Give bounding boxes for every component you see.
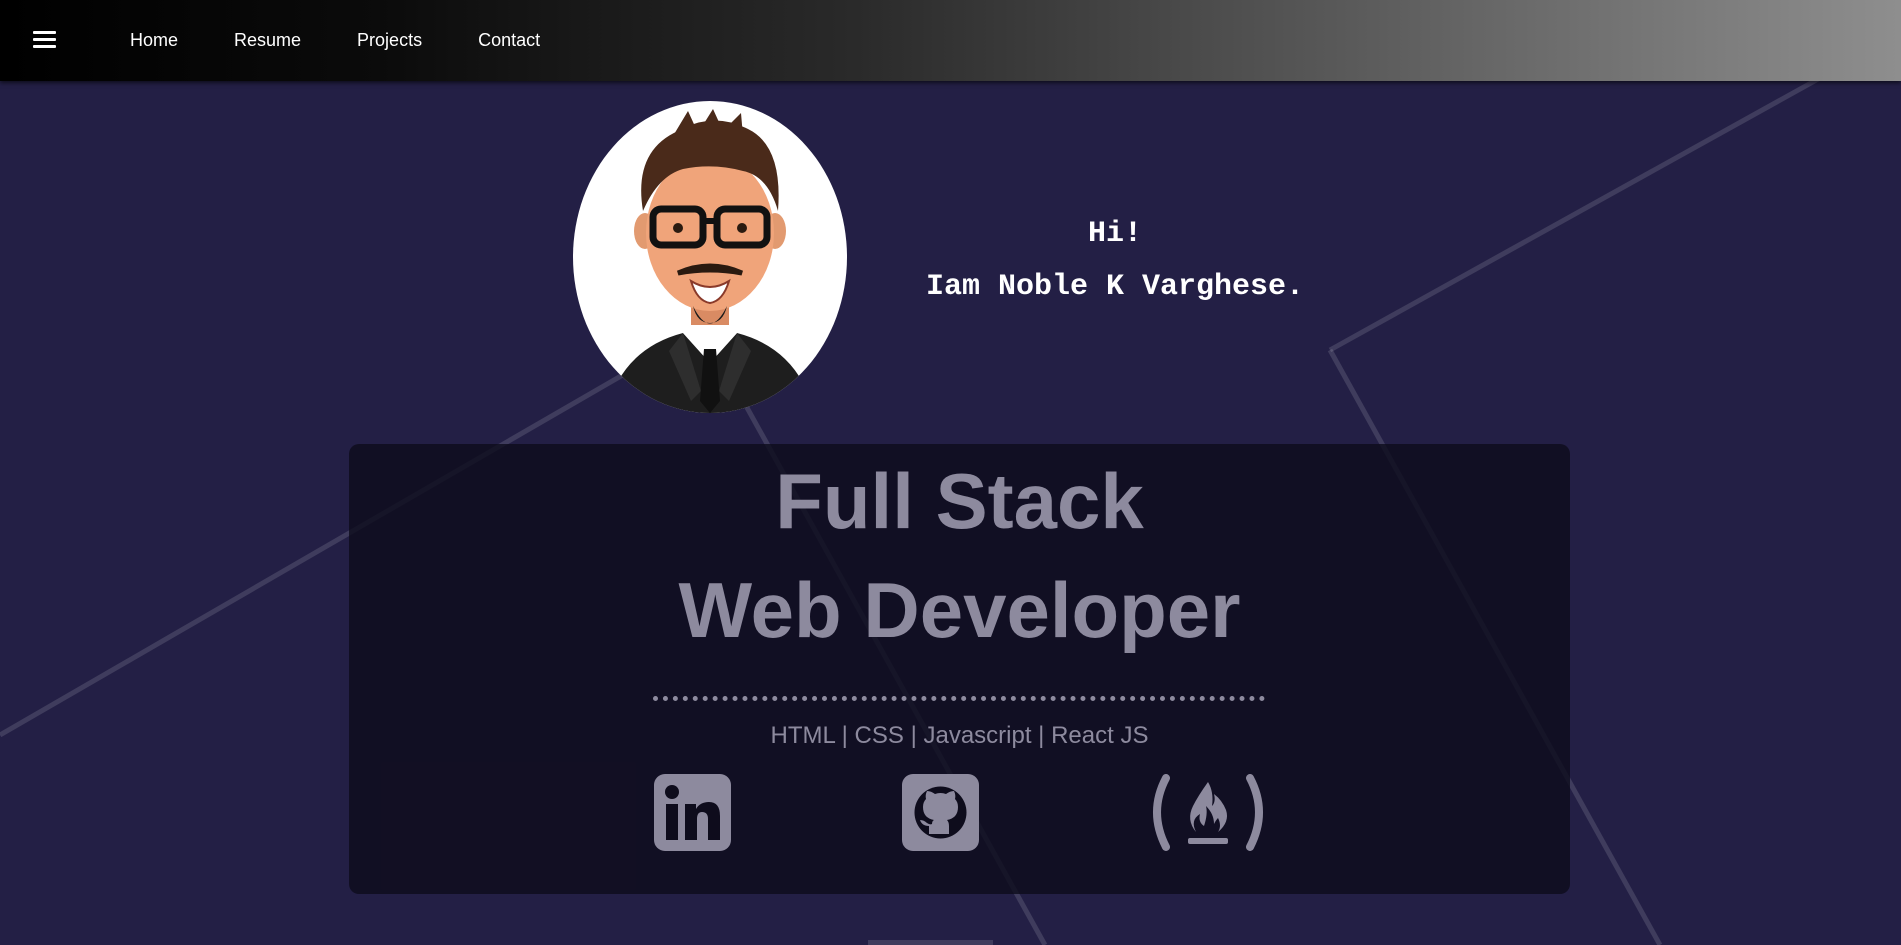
- nav-link-home[interactable]: Home: [130, 30, 178, 51]
- skills-list: HTML | CSS | Javascript | React JS: [770, 722, 1149, 749]
- greeting-name: Iam Noble K Varghese.: [925, 270, 1305, 304]
- headline-line-1: Full Stack: [775, 457, 1144, 545]
- dotted-divider: [653, 696, 1265, 701]
- nav-links: Home Resume Projects Contact: [130, 0, 596, 81]
- nav-link-resume[interactable]: Resume: [234, 30, 301, 51]
- hamburger-menu-icon[interactable]: [28, 25, 62, 55]
- nav-link-projects[interactable]: Projects: [357, 30, 422, 51]
- greeting-hi: Hi!: [1087, 217, 1142, 251]
- freecodecamp-icon[interactable]: [1148, 774, 1268, 851]
- greeting: Hi! Iam Noble K Varghese.: [880, 208, 1350, 314]
- cartoon-portrait-image: [613, 109, 807, 413]
- linkedin-icon[interactable]: [654, 774, 731, 851]
- page: Home Resume Projects Contact Hi! Iam Nob…: [0, 0, 1901, 945]
- headline-line-2: Web Developer: [678, 566, 1241, 654]
- avatar: [573, 101, 847, 413]
- top-navbar: Home Resume Projects Contact: [0, 0, 1901, 81]
- github-icon[interactable]: [902, 774, 979, 851]
- nav-link-contact[interactable]: Contact: [478, 30, 540, 51]
